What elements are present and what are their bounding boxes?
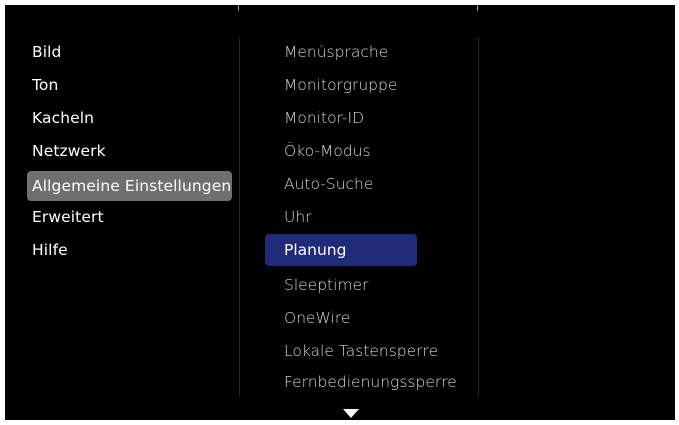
- submenu-item-uhr[interactable]: Uhr: [264, 201, 312, 233]
- submenu-item-lokale-tastensperre[interactable]: Lokale Tastensperre: [264, 335, 438, 367]
- triangle-down-icon[interactable]: [343, 409, 359, 418]
- submenu-item-label: Planung: [284, 241, 347, 259]
- submenu-item-label: Sleeptimer: [284, 276, 369, 294]
- column-divider-left: [239, 37, 240, 397]
- submenu-item-label: Monitor-ID: [284, 109, 365, 127]
- submenu-item-label: Uhr: [284, 208, 312, 226]
- column-divider-right: [478, 37, 479, 397]
- osd-menu: Bild Ton Kacheln Netzwerk Allgemeine Ein…: [5, 5, 675, 420]
- menu-item-bild[interactable]: Bild: [27, 37, 62, 67]
- menu-item-label: Allgemeine Einstellungen: [32, 177, 232, 195]
- submenu-item-label: Öko-Modus: [284, 142, 371, 160]
- menu-item-hilfe[interactable]: Hilfe: [27, 235, 68, 265]
- menu-item-label: Erweitert: [32, 208, 104, 226]
- menu-item-label: Kacheln: [32, 109, 95, 127]
- menu-item-netzwerk[interactable]: Netzwerk: [27, 136, 106, 166]
- submenu-item-label: Menüsprache: [284, 43, 389, 61]
- top-tick-left: [238, 5, 239, 11]
- submenu-item-monitorgruppe[interactable]: Monitorgruppe: [264, 69, 397, 101]
- menu-item-kacheln[interactable]: Kacheln: [27, 103, 94, 133]
- submenu-item-label: Monitorgruppe: [284, 76, 398, 94]
- submenu-item-sleeptimer[interactable]: Sleeptimer: [264, 269, 368, 301]
- menu-item-label: Netzwerk: [32, 142, 106, 160]
- submenu-item-label: Fernbedienungssperre: [284, 373, 457, 391]
- submenu-item-oeko-modus[interactable]: Öko-Modus: [264, 135, 371, 167]
- menu-item-erweitert[interactable]: Erweitert: [27, 202, 104, 232]
- menu-item-allgemeine-einstellungen[interactable]: Allgemeine Einstellungen: [27, 171, 232, 201]
- top-tick-right: [477, 5, 478, 11]
- submenu-item-fernbedienungssperre[interactable]: Fernbedienungssperre: [264, 366, 457, 398]
- submenu-item-label: OneWire: [284, 309, 351, 327]
- menu-item-label: Ton: [32, 76, 59, 94]
- menu-item-label: Bild: [32, 43, 62, 61]
- menu-item-ton[interactable]: Ton: [27, 70, 58, 100]
- submenu-item-onewire[interactable]: OneWire: [264, 302, 350, 334]
- submenu-item-label: Lokale Tastensperre: [284, 342, 439, 360]
- menu-item-label: Hilfe: [32, 241, 68, 259]
- submenu-item-planung[interactable]: Planung: [265, 234, 417, 266]
- submenu-item-label: Auto-Suche: [284, 175, 374, 193]
- submenu-item-monitor-id[interactable]: Monitor-ID: [264, 102, 364, 134]
- submenu-item-auto-suche[interactable]: Auto-Suche: [264, 168, 373, 200]
- submenu-item-menuesprache[interactable]: Menüsprache: [264, 36, 388, 68]
